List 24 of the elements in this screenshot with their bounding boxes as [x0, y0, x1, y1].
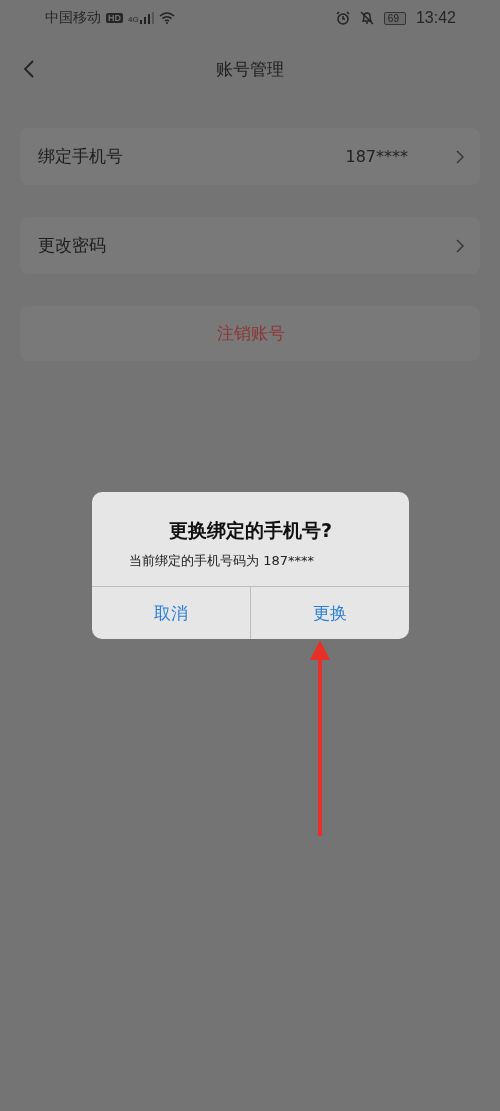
settings-row[interactable]: 绑定手机号 187****	[20, 128, 480, 185]
dialog-title: 更换绑定的手机号?	[168, 518, 333, 543]
chevron-right-icon	[456, 149, 464, 164]
hd-badge: HD	[106, 13, 123, 23]
chevron-right-icon	[456, 238, 464, 253]
back-button[interactable]	[22, 58, 36, 80]
clock-time: 13:42	[415, 9, 456, 27]
alarm-clock-icon	[335, 11, 350, 25]
row-label: 绑定手机号	[38, 145, 124, 168]
dialog-message: 当前绑定的手机号码为 187****	[128, 552, 315, 570]
row-value: 187****	[345, 147, 408, 166]
wifi-icon	[158, 12, 175, 24]
row-label: 更改密码	[38, 234, 107, 257]
carrier-name: 中国移动	[45, 9, 101, 27]
dialog-button[interactable]: 更换	[250, 587, 409, 639]
network-type: 4G	[128, 15, 139, 24]
back-chevron-icon	[24, 60, 34, 78]
signal-icon	[139, 12, 154, 24]
dialog-button[interactable]: 取消	[92, 587, 250, 639]
page-title: 账号管理	[216, 57, 284, 81]
muted-bell-icon	[359, 11, 374, 25]
deactivate-account-button[interactable]: 注销账号	[20, 306, 480, 361]
settings-row[interactable]: 更改密码	[20, 217, 480, 274]
battery-icon: 69	[383, 11, 406, 25]
